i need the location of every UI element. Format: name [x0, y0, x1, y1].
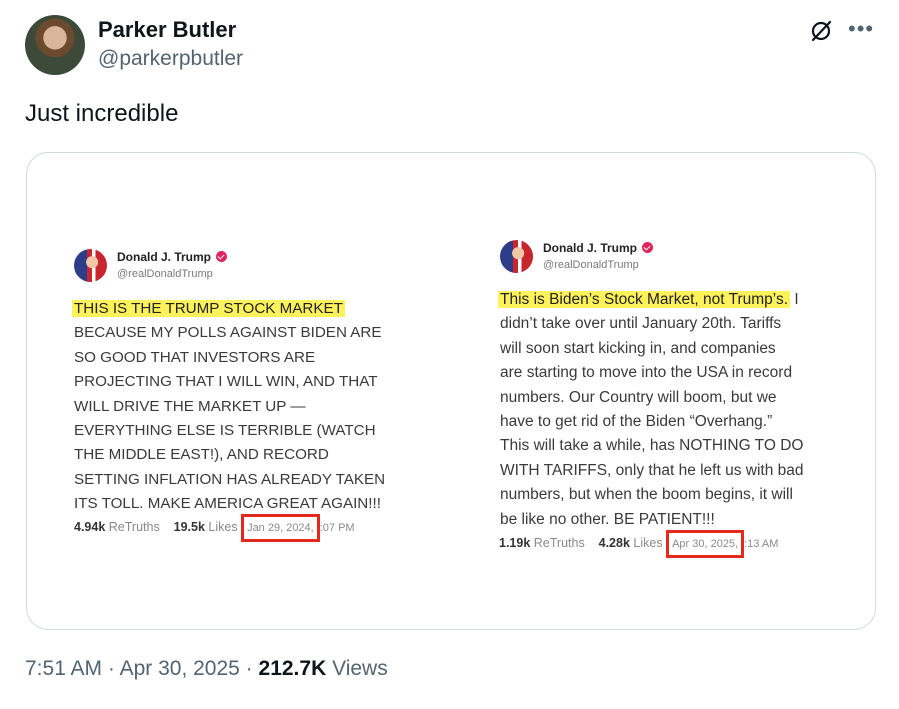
post-body: This is Biden’s Stock Market, not Trump’…: [498, 291, 804, 528]
grok-icon[interactable]: [808, 18, 834, 44]
views-label: Views: [326, 657, 388, 680]
date-highlight-box: Jan 29, 2024,: [241, 514, 320, 542]
post-author-handle: @realDonaldTrump: [543, 259, 639, 271]
verified-badge-icon: [216, 251, 228, 262]
tweet-text: Just incredible: [25, 100, 179, 127]
embedded-post-right: Donald J. Trump @realDonaldTrump This is…: [498, 240, 850, 570]
avatar[interactable]: [25, 15, 85, 75]
post-author-handle: @realDonaldTrump: [117, 268, 213, 280]
highlighted-text: THIS IS THE TRUMP STOCK MARKET: [72, 300, 345, 317]
trump-avatar: [500, 240, 533, 273]
post-stats: 1.19k ReTruths 4.28k Likes Apr 30, 2025,…: [499, 530, 859, 562]
highlighted-text: This is Biden’s Stock Market, not Trump’…: [498, 291, 791, 308]
more-options-icon[interactable]: •••: [848, 16, 874, 42]
post-body: THIS IS THE TRUMP STOCK MARKET BECAUSE M…: [72, 300, 386, 513]
author-name[interactable]: Parker Butler: [98, 17, 236, 43]
date-highlight-box: Apr 30, 2025,: [666, 530, 745, 558]
tweet-time[interactable]: 7:51 AM: [25, 657, 102, 680]
post-author-name: Donald J. Trump: [543, 241, 654, 255]
trump-avatar: [74, 249, 107, 282]
author-handle[interactable]: @parkerpbutler: [98, 47, 243, 71]
post-stats: 4.94k ReTruths 19.5k Likes Jan 29, 2024,…: [74, 514, 355, 542]
verified-badge-icon: [642, 242, 654, 253]
post-author-name: Donald J. Trump: [117, 250, 228, 264]
tweet-metadata: 7:51 AM · Apr 30, 2025 · 212.7K Views: [25, 657, 388, 680]
tweet-date[interactable]: Apr 30, 2025: [120, 657, 240, 680]
embedded-post-left: Donald J. Trump @realDonaldTrump THIS IS…: [72, 249, 424, 549]
views-count: 212.7K: [258, 657, 327, 680]
